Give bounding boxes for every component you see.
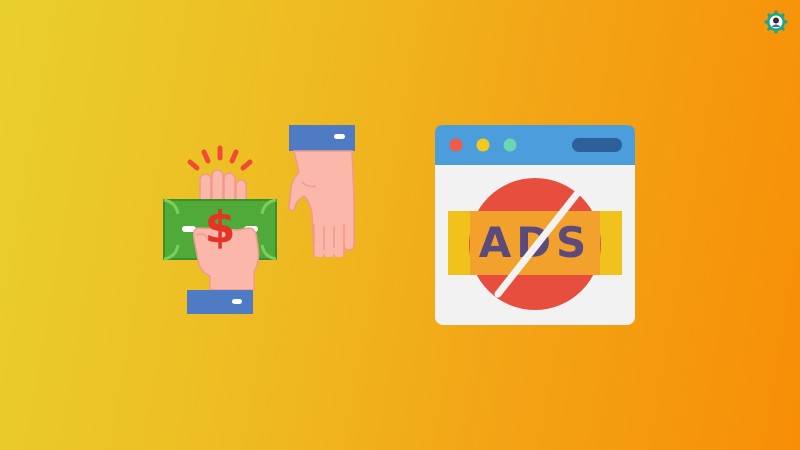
dollar-sign: $ [204,202,236,253]
illustration-canvas: $ ADS [0,0,800,450]
open-hand-icon [284,122,364,257]
browser-window-icon: ADS [434,124,636,326]
hand-holding-cash-icon: $ [160,140,285,320]
prohibition-slash [494,186,584,298]
gear-badge-icon [764,10,788,34]
spark-lines [187,145,253,171]
